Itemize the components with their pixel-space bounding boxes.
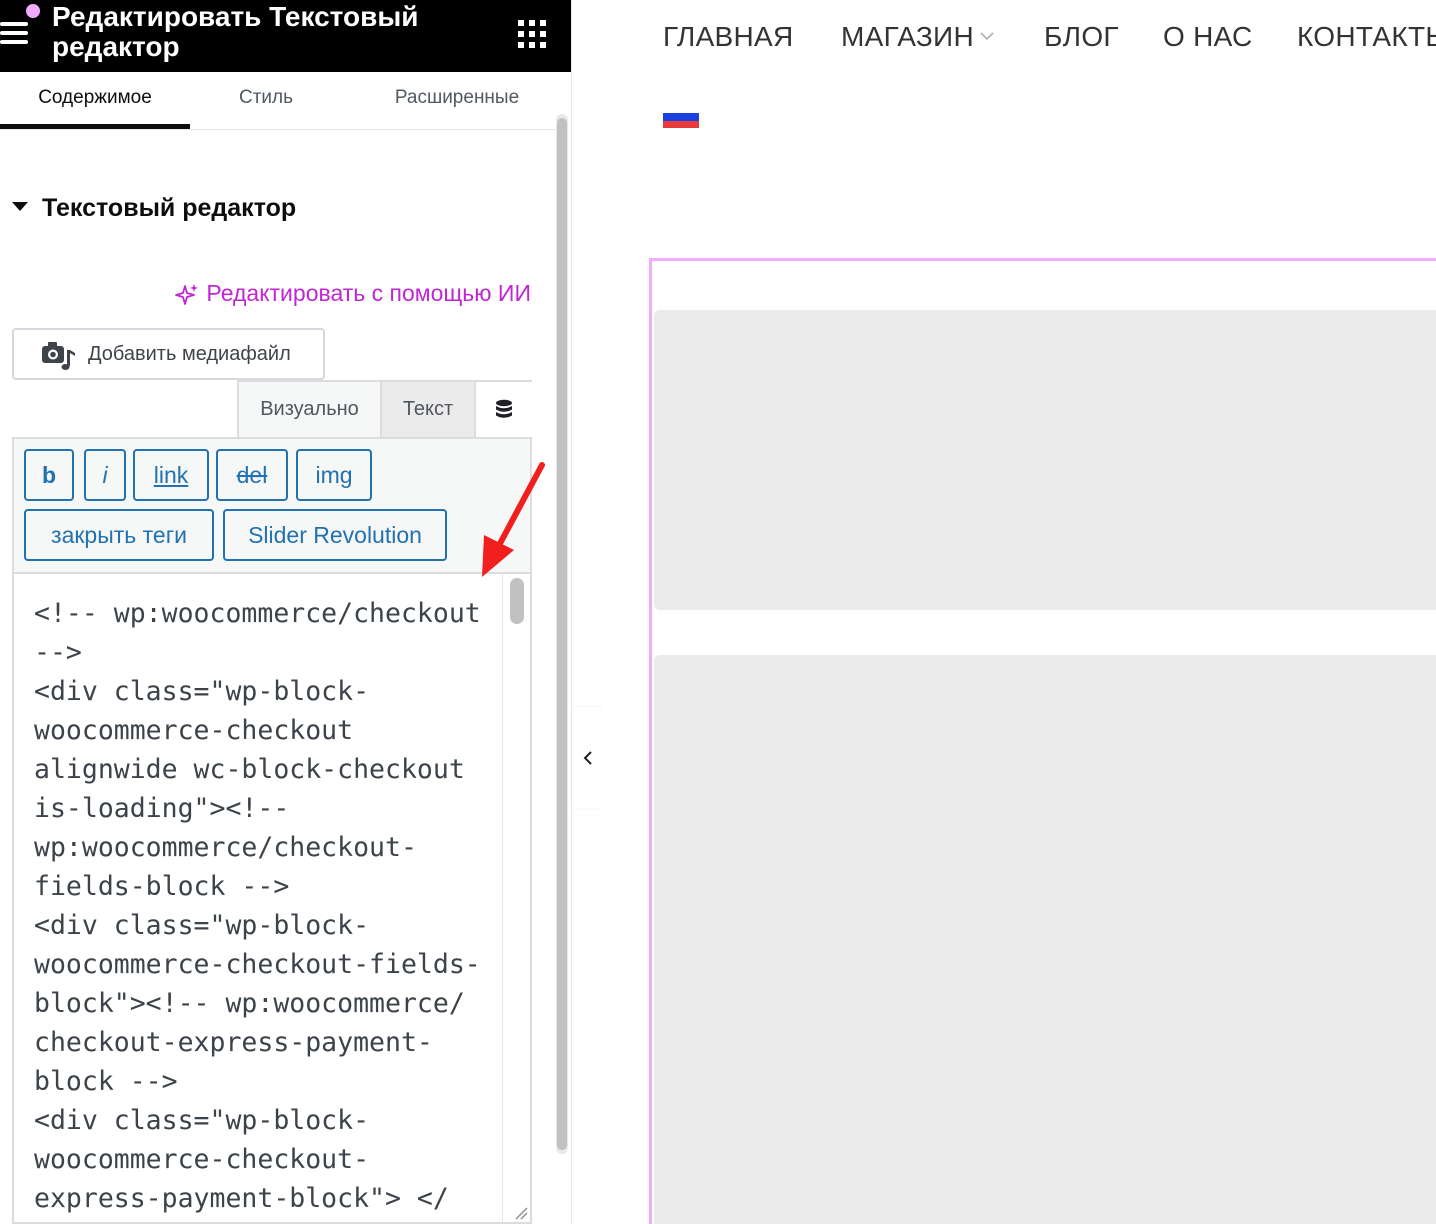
nav-shop-label: МАГАЗИН (841, 21, 975, 52)
nav-contacts[interactable]: КОНТАКТЫ (1297, 21, 1436, 53)
nav-blog[interactable]: БЛОГ (1044, 21, 1119, 53)
panel-tabs: Содержимое Стиль Расширенные (0, 72, 556, 130)
nav-shop[interactable]: МАГАЗИН (841, 21, 994, 53)
collapse-panel-button[interactable] (572, 707, 603, 808)
chevron-down-icon (980, 32, 994, 40)
widgets-grid-icon[interactable] (518, 20, 546, 48)
code-line: wp:woocommerce/checkout- (34, 832, 417, 863)
hamburger-menu-icon[interactable] (0, 20, 30, 46)
italic-button[interactable]: i (84, 449, 126, 501)
code-line: <div class="wp-block- (34, 676, 370, 707)
text-mode-tab[interactable]: Текст (382, 382, 476, 437)
slider-revolution-button[interactable]: Slider Revolution (223, 509, 447, 561)
chevron-left-icon (583, 751, 592, 765)
code-line: express-payment-block"> </ (34, 1183, 449, 1214)
tab-style[interactable]: Стиль (190, 72, 342, 130)
russia-flag-icon[interactable] (663, 106, 699, 128)
code-content: <!-- wp:woocommerce/checkout --> <div clas… (34, 594, 494, 1218)
tab-advanced[interactable]: Расширенные (342, 72, 571, 130)
panel-title: Редактировать Текстовый редактор (52, 1, 419, 62)
code-line: <div class="wp-block- (34, 910, 370, 941)
sparkle-icon (175, 283, 198, 305)
code-line: block"><!-- wp:woocommerce/ (34, 988, 465, 1019)
code-line: is-loading"><!-- (34, 793, 290, 824)
dynamic-tags-button[interactable] (476, 382, 532, 437)
code-line: woocommerce-checkout (34, 715, 354, 746)
code-scrollbar-thumb[interactable] (510, 578, 524, 624)
code-line: woocommerce-checkout-fields- (34, 949, 481, 980)
html-code-textarea[interactable]: <!-- wp:woocommerce/checkout --> <div clas… (12, 572, 532, 1224)
panel-header: Редактировать Текстовый редактор (0, 0, 571, 72)
code-line: alignwide wc-block-checkout (34, 754, 465, 785)
nav-home[interactable]: ГЛАВНАЯ (663, 21, 794, 53)
caret-down-icon (12, 201, 28, 211)
visual-mode-tab[interactable]: Визуально (239, 382, 382, 437)
media-camera-music-icon (42, 342, 75, 370)
edit-with-ai-link[interactable]: Редактировать с помощью ИИ (174, 280, 531, 307)
close-tags-button[interactable]: закрыть теги (24, 509, 214, 561)
editor-panel: Редактировать Текстовый редактор Содержи… (0, 0, 572, 1224)
tab-content[interactable]: Содержимое (0, 72, 190, 130)
notification-dot-icon (26, 4, 40, 18)
img-button[interactable]: img (296, 449, 372, 501)
panel-scrollbar-thumb[interactable] (557, 118, 567, 1150)
del-button[interactable]: del (216, 449, 288, 501)
editor-mode-tabs: Визуально Текст (237, 380, 532, 437)
database-icon (496, 399, 512, 418)
code-scrollbar[interactable] (502, 574, 530, 1222)
page-preview: ГЛАВНАЯ МАГАЗИН БЛОГ О НАС КОНТАКТЫ (603, 0, 1436, 1224)
add-media-label: Добавить медиафайл (88, 343, 291, 365)
code-line: <!-- wp:woocommerce/checkout (34, 598, 481, 629)
quicktags-toolbar: b i link del img закрыть теги Slider Rev… (12, 437, 532, 572)
link-button[interactable]: link (133, 449, 209, 501)
resize-grip-icon[interactable] (514, 1206, 528, 1220)
section-title: Текстовый редактор (42, 194, 297, 222)
active-tab-indicator (0, 124, 190, 129)
checkout-block-outline (649, 258, 1436, 1224)
skeleton-placeholder (654, 655, 1436, 1224)
code-line: fields-block --> (34, 871, 290, 902)
add-media-button[interactable]: Добавить медиафайл (12, 328, 325, 380)
edit-with-ai-label: Редактировать с помощью ИИ (206, 280, 531, 306)
nav-about[interactable]: О НАС (1163, 21, 1253, 53)
code-line: woocommerce-checkout- (34, 1144, 370, 1175)
code-line: block --> (34, 1066, 178, 1097)
code-line: checkout-express-payment- (34, 1027, 433, 1058)
skeleton-placeholder (654, 310, 1436, 610)
code-line: --> (34, 637, 82, 668)
section-toggle[interactable]: Текстовый редактор (12, 194, 296, 223)
code-line: <div class="wp-block- (34, 1105, 370, 1136)
bold-button[interactable]: b (24, 449, 74, 501)
